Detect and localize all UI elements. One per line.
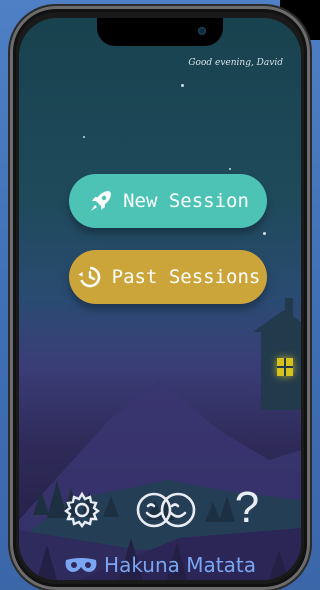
cabin-roof xyxy=(253,310,301,332)
bottom-toolbar: ? xyxy=(19,480,301,540)
faces-icon[interactable] xyxy=(134,488,198,532)
question-icon[interactable]: ? xyxy=(227,484,267,532)
app-screen: Good evening, David New Session Past Ses… xyxy=(19,18,301,580)
cabin-chimney xyxy=(285,298,293,316)
rocket-icon xyxy=(87,187,115,215)
gear-icon[interactable] xyxy=(62,490,102,530)
star xyxy=(83,136,85,138)
star xyxy=(263,232,266,235)
cabin xyxy=(253,298,301,410)
new-session-button[interactable]: New Session xyxy=(69,174,267,228)
brand-name: Hakuna Matata xyxy=(104,553,256,577)
past-sessions-label: Past Sessions xyxy=(111,266,261,288)
new-session-label: New Session xyxy=(123,190,249,212)
cabin-window xyxy=(277,358,293,376)
past-sessions-button[interactable]: Past Sessions xyxy=(69,250,267,304)
mask-icon xyxy=(64,554,98,576)
star xyxy=(229,168,231,170)
front-camera xyxy=(198,27,206,35)
history-icon xyxy=(76,263,104,291)
star xyxy=(181,84,184,87)
brand-logo: Hakuna Matata xyxy=(19,550,301,580)
greeting-text: Good evening, David xyxy=(188,58,283,68)
